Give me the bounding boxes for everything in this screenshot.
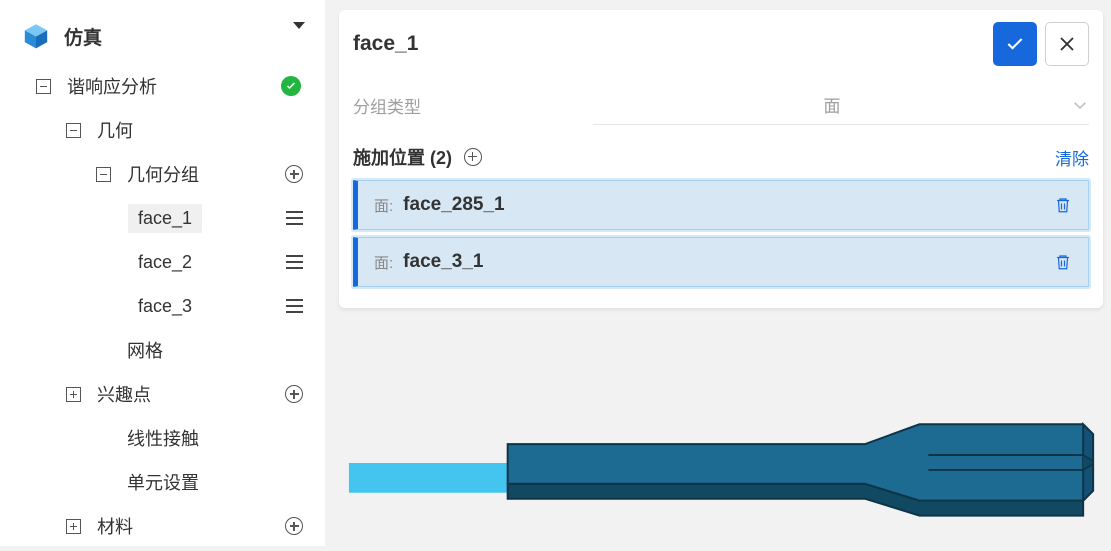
tree: 谐响应分析 几何 几何分组 face_1 face_2 face_3 [0, 64, 325, 548]
model-viewport[interactable] [339, 376, 1103, 546]
sidebar-title: 仿真 [64, 23, 102, 50]
list-icon[interactable] [286, 211, 303, 225]
tree-label: face_1 [138, 208, 192, 228]
group-type-select[interactable]: 面 [593, 85, 1089, 125]
expand-icon[interactable] [66, 387, 81, 402]
tree-label: 材料 [97, 513, 133, 539]
tree-element[interactable]: 单元设置 [14, 460, 325, 504]
chevron-down-icon [1071, 96, 1089, 114]
tree-contact[interactable]: 线性接触 [14, 416, 325, 460]
tree-material[interactable]: 材料 [14, 504, 325, 548]
face-item[interactable]: 面: face_3_1 [353, 237, 1089, 287]
simulation-icon [22, 22, 50, 50]
main-area: face_1 分组类型 面 施加位置 (2) 清除 面: [325, 0, 1111, 546]
tree-label: 兴趣点 [97, 381, 151, 407]
trash-icon[interactable] [1054, 252, 1072, 272]
location-section-header: 施加位置 (2) 清除 [353, 130, 1089, 180]
tree-analysis[interactable]: 谐响应分析 [14, 64, 325, 108]
sidebar-header[interactable]: 仿真 [0, 8, 325, 64]
cancel-button[interactable] [1045, 22, 1089, 66]
tree-face-1[interactable]: face_1 [14, 196, 325, 240]
expand-icon[interactable] [66, 519, 81, 534]
face-name: face_285_1 [403, 194, 504, 216]
add-location-button[interactable] [464, 148, 482, 166]
tree-label: face_3 [138, 296, 192, 317]
list-icon[interactable] [286, 299, 303, 313]
location-title: 施加位置 (2) [353, 144, 452, 170]
tree-geometry[interactable]: 几何 [14, 108, 325, 152]
tree-label: 网格 [127, 337, 163, 363]
collapse-icon[interactable] [36, 79, 51, 94]
tree-label: 几何分组 [127, 161, 199, 187]
collapse-icon[interactable] [66, 123, 81, 138]
tree-interest[interactable]: 兴趣点 [14, 372, 325, 416]
group-type-value: 面 [593, 92, 1071, 117]
confirm-button[interactable] [993, 22, 1037, 66]
add-icon[interactable] [285, 165, 303, 183]
add-icon[interactable] [285, 517, 303, 535]
tree-mesh[interactable]: 网格 [14, 328, 325, 372]
tree-face-2[interactable]: face_2 [14, 240, 325, 284]
face-name: face_3_1 [403, 251, 483, 273]
trash-icon[interactable] [1054, 195, 1072, 215]
list-icon[interactable] [286, 255, 303, 269]
sidebar: 仿真 谐响应分析 几何 几何分组 face_1 face_2 [0, 0, 325, 546]
tree-label: face_2 [138, 252, 192, 273]
check-icon [1005, 34, 1025, 54]
group-type-label: 分组类型 [353, 93, 593, 118]
tree-face-3[interactable]: face_3 [14, 284, 325, 328]
tree-label: 线性接触 [127, 425, 199, 451]
success-icon [281, 76, 301, 96]
close-icon [1058, 35, 1076, 53]
add-icon[interactable] [285, 385, 303, 403]
face-prefix: 面: [374, 195, 393, 216]
tree-label: 几何 [97, 117, 133, 143]
group-type-row: 分组类型 面 [353, 80, 1089, 130]
tree-label: 谐响应分析 [67, 73, 157, 99]
panel-title: face_1 [353, 32, 418, 56]
face-item[interactable]: 面: face_285_1 [353, 180, 1089, 230]
panel-header: face_1 [353, 22, 1089, 80]
collapse-icon[interactable] [96, 167, 111, 182]
face-prefix: 面: [374, 252, 393, 273]
tree-geometry-group[interactable]: 几何分组 [14, 152, 325, 196]
tree-label: 单元设置 [127, 469, 199, 495]
properties-panel: face_1 分组类型 面 施加位置 (2) 清除 面: [339, 10, 1103, 308]
dropdown-icon[interactable] [293, 22, 305, 29]
clear-button[interactable]: 清除 [1055, 145, 1089, 170]
